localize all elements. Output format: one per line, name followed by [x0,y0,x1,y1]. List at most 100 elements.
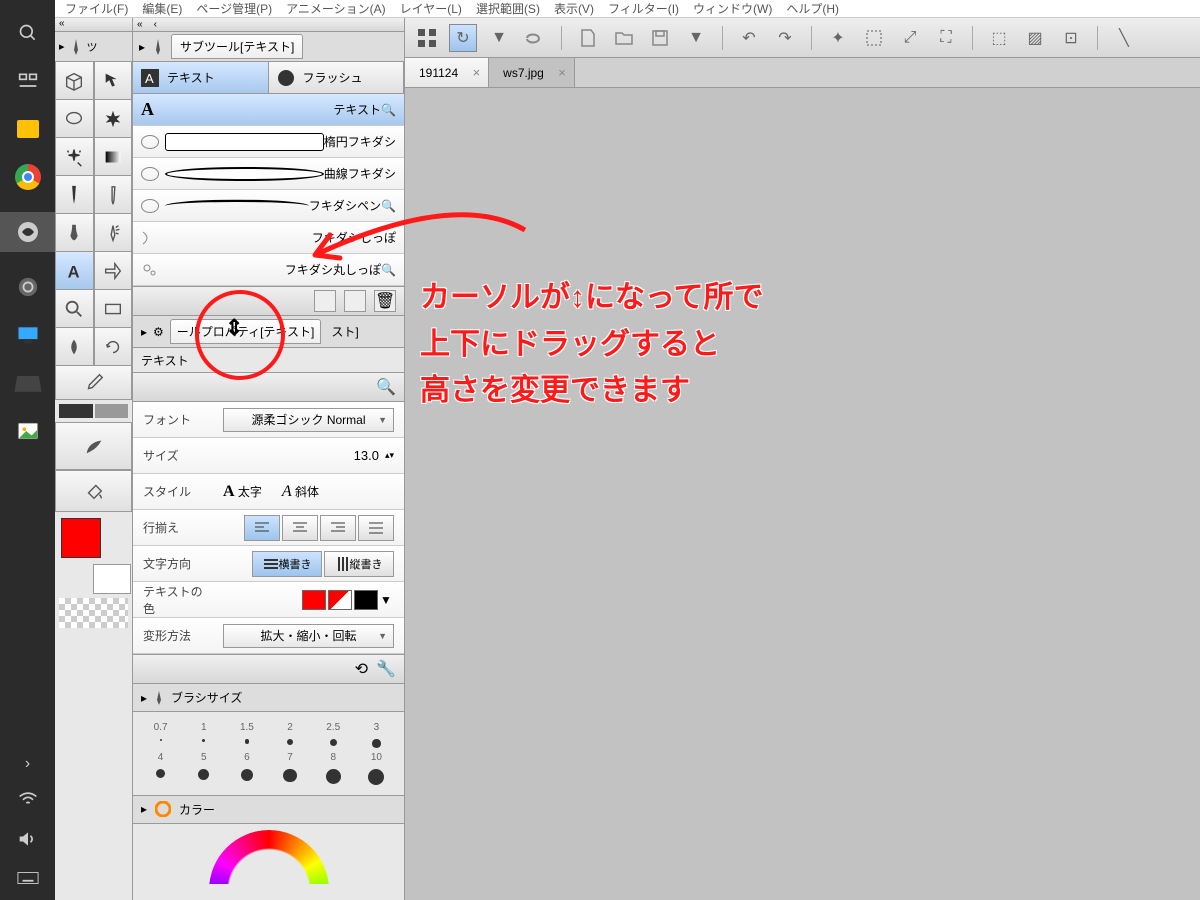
menu-view[interactable]: 表示(V) [554,0,594,17]
brush-size-5[interactable]: 5 [184,752,223,785]
monitor-icon[interactable] [15,322,41,348]
undo-icon[interactable]: ↶ [735,24,763,52]
foreground-color[interactable] [61,518,101,558]
text-color-black[interactable] [354,590,378,610]
brush-size-7[interactable]: 7 [271,752,310,785]
color-light[interactable] [95,404,129,418]
tool-rotate[interactable] [94,328,133,366]
task-view-icon[interactable] [15,68,41,94]
menu-selection[interactable]: 選択範囲(S) [476,0,540,17]
transform-dropdown[interactable]: 拡大・縮小・回転 [223,624,394,648]
picture-icon[interactable] [15,418,41,444]
subtool-item-text[interactable]: Aテキスト🔍 [133,94,404,126]
menu-file[interactable]: ファイル(F) [65,0,128,17]
new-doc-icon[interactable] [574,24,602,52]
subtool-item-curve-balloon[interactable]: 曲線フキダシ [133,158,404,190]
wifi-icon[interactable] [18,791,38,812]
brush-tab[interactable]: ▸ブラシサイズ [133,684,404,712]
volume-icon[interactable] [18,830,38,853]
close-icon[interactable]: × [473,65,481,80]
menu-window[interactable]: ウィンドウ(W) [693,0,772,17]
tool-bucket[interactable] [55,470,132,512]
menu-help[interactable]: ヘルプ(H) [786,0,839,17]
brush-size-1.5[interactable]: 1.5 [227,722,266,748]
tool-text[interactable]: A [55,252,94,290]
sel-rect-icon[interactable] [860,24,888,52]
color-tab-label[interactable]: カラー [179,801,215,818]
color-opt1-icon[interactable] [314,800,332,818]
tool-balloon[interactable] [94,252,133,290]
subtool-cat-text[interactable]: Aテキスト [133,62,269,93]
brush-size-10[interactable]: 10 [357,752,396,785]
brush-size-4[interactable]: 4 [141,752,180,785]
color-opt3-icon[interactable] [362,800,380,818]
menu-layer[interactable]: レイヤー(L) [400,0,462,17]
size-value[interactable]: 13.0 [354,448,379,463]
text-color-sub[interactable] [328,590,352,610]
sel1-icon[interactable]: ✦ [824,24,852,52]
dir-horizontal-button[interactable]: 横書き [252,551,322,577]
tool-pencil[interactable] [94,176,133,214]
tool-frame[interactable] [94,290,133,328]
color-dropdown-icon[interactable]: ▼ [380,593,394,607]
menu-filter[interactable]: フィルター(I) [608,0,679,17]
transparency-swatch[interactable] [59,598,128,628]
color-wheel-icon[interactable] [155,801,171,817]
brush-size-2[interactable]: 2 [271,722,310,748]
open-icon[interactable] [610,24,638,52]
dir-vertical-button[interactable]: 縦書き [324,551,394,577]
brush-size-6[interactable]: 6 [227,752,266,785]
tool-perspective[interactable] [55,62,94,100]
save-icon[interactable] [646,24,674,52]
brush-size-0.7[interactable]: 0.7 [141,722,180,748]
loading-icon[interactable]: ⟲ [355,659,368,679]
tool-wand[interactable] [55,138,94,176]
italic-button[interactable]: A 斜体 [282,483,319,501]
tool-move[interactable] [94,62,133,100]
brush-size-3[interactable]: 3 [357,722,396,748]
subtool-item-ellipse-balloon[interactable]: 楕円フキダシ [133,126,404,158]
tool-lasso[interactable] [55,100,94,138]
tool-blur[interactable] [55,328,94,366]
tool-brush[interactable] [55,214,94,252]
explorer-icon[interactable] [15,116,41,142]
refresh-icon[interactable]: ↻ [449,24,477,52]
dropdown-icon[interactable]: ▼ [485,24,513,52]
clip-studio-taskbar-icon[interactable] [0,212,55,252]
menu-edit[interactable]: 編集(E) [142,0,182,17]
chrome-icon[interactable] [15,164,41,190]
color-opt2-icon[interactable] [338,800,356,818]
align-right-button[interactable] [320,515,356,541]
grid-icon[interactable] [413,24,441,52]
dropdown2-icon[interactable]: ▼ [682,24,710,52]
text-color-main[interactable] [302,590,326,610]
app-icon[interactable] [15,274,41,300]
subtool-tab[interactable]: サブツール[テキスト] [171,34,303,59]
color-opt4-icon[interactable] [386,800,404,818]
subtool-cat-flash[interactable]: フラッシュ [269,62,405,93]
tool-gradient[interactable] [94,138,133,176]
loop-icon[interactable] [521,24,549,52]
tool-fin[interactable] [55,422,132,470]
ruler2-icon[interactable]: ▨ [1021,24,1049,52]
color-wheel[interactable] [133,824,404,884]
tool-eyedropper[interactable] [55,366,132,400]
tablet-icon[interactable] [12,373,43,396]
doc-tab-2[interactable]: ws7.jpg× [489,58,575,87]
color-dark[interactable] [59,404,93,418]
tool-tab[interactable]: ▸ツ [55,32,132,62]
align-left-button[interactable] [244,515,280,541]
align-center-button[interactable] [282,515,318,541]
menu-page[interactable]: ページ管理(P) [196,0,272,17]
bold-button[interactable]: A 太字 [223,483,262,501]
font-dropdown[interactable]: 源柔ゴシック Normal [223,408,394,432]
menu-animation[interactable]: アニメーション(A) [286,0,386,17]
ruler1-icon[interactable]: ⬚ [985,24,1013,52]
search-icon[interactable] [15,20,41,46]
tool-burst[interactable] [94,100,133,138]
sel-shrink-icon[interactable]: ⤢ [896,24,924,52]
brush-size-2.5[interactable]: 2.5 [314,722,353,748]
search-icon[interactable]: 🔍 [376,377,396,397]
chevron-right-icon[interactable]: › [25,755,30,773]
doc-tab-1[interactable]: 191124× [405,58,489,87]
